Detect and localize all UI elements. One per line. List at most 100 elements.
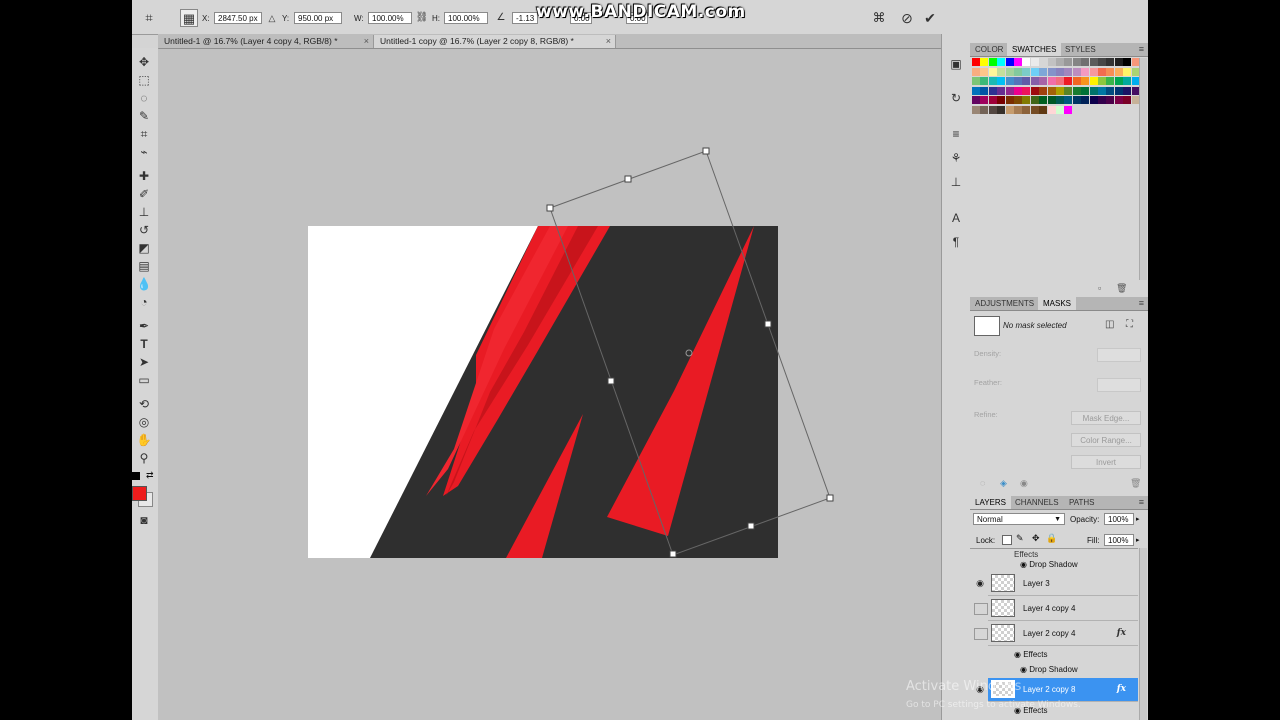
lasso-tool-icon[interactable]: ◌ xyxy=(136,90,152,106)
color-swatch[interactable] xyxy=(1106,67,1115,76)
color-swatch[interactable] xyxy=(1123,58,1132,66)
color-swatch[interactable] xyxy=(997,106,1006,114)
swap-colors-icon[interactable]: ⇄ xyxy=(146,470,154,481)
color-swatch[interactable] xyxy=(1114,77,1123,86)
color-swatch[interactable] xyxy=(1081,96,1090,105)
color-swatch[interactable] xyxy=(1089,67,1098,76)
tool-presets-icon[interactable]: ⊥ xyxy=(948,174,964,190)
move-tool-icon[interactable]: ✥ xyxy=(136,54,152,70)
link-icon[interactable]: ⛓ xyxy=(413,9,431,27)
color-swatch[interactable] xyxy=(1039,106,1048,114)
color-swatch[interactable] xyxy=(988,58,997,66)
tab-color[interactable]: COLOR xyxy=(970,43,1008,56)
color-swatch[interactable] xyxy=(1106,86,1115,95)
blend-mode-select[interactable]: Normal ▼ xyxy=(973,513,1065,525)
color-swatch[interactable] xyxy=(997,77,1006,86)
warp-mode-icon[interactable]: ⌘ xyxy=(870,9,888,27)
transform-handle[interactable] xyxy=(607,377,615,385)
cancel-transform-icon[interactable]: ⊘ xyxy=(898,9,916,27)
lock-all-icon[interactable]: 🔒 xyxy=(1046,533,1057,544)
color-swatch[interactable] xyxy=(1039,86,1048,95)
document-canvas[interactable] xyxy=(158,49,941,720)
color-swatch[interactable] xyxy=(997,58,1006,66)
close-tab-icon[interactable]: × xyxy=(606,35,611,48)
foreground-color-swatch[interactable] xyxy=(132,486,147,501)
color-swatch[interactable] xyxy=(1039,58,1048,66)
color-swatch[interactable] xyxy=(1081,58,1090,66)
panel-menu-icon[interactable]: ≡ xyxy=(1139,297,1144,310)
color-swatch[interactable] xyxy=(1039,96,1048,105)
color-swatch[interactable] xyxy=(997,86,1006,95)
delete-swatch-icon[interactable]: 🗑 xyxy=(1116,283,1127,294)
color-swatch[interactable] xyxy=(1039,67,1048,76)
character-icon[interactable]: A xyxy=(948,210,964,226)
marquee-tool-icon[interactable]: ⬚ xyxy=(136,72,152,88)
color-swatch[interactable] xyxy=(1056,77,1064,86)
color-swatch[interactable] xyxy=(1089,77,1098,86)
y-position-field[interactable]: 950.00 px xyxy=(294,12,342,24)
color-swatch[interactable] xyxy=(980,77,989,86)
color-swatch[interactable] xyxy=(972,96,980,105)
color-swatch[interactable] xyxy=(972,58,980,66)
canvas-area[interactable] xyxy=(158,49,941,720)
color-swatch[interactable] xyxy=(1089,86,1098,95)
color-swatch[interactable] xyxy=(1014,67,1022,76)
gradient-tool-icon[interactable]: ▤ xyxy=(136,258,152,274)
panel-menu-icon[interactable]: ≡ xyxy=(1139,496,1144,509)
color-swatch[interactable] xyxy=(1072,58,1081,66)
color-swatch[interactable] xyxy=(980,58,989,66)
color-swatch[interactable] xyxy=(1014,96,1022,105)
color-swatch[interactable] xyxy=(1030,77,1039,86)
transform-handle[interactable] xyxy=(764,320,772,328)
hand-tool-icon[interactable]: ✋ xyxy=(136,432,152,448)
lock-position-icon[interactable]: ✥ xyxy=(1032,533,1040,544)
color-swatch[interactable] xyxy=(1022,58,1031,66)
healing-brush-tool-icon[interactable]: ✚ xyxy=(136,168,152,184)
mask-edge-button[interactable]: Mask Edge... xyxy=(1071,411,1141,425)
color-swatch[interactable] xyxy=(1123,96,1132,105)
commit-transform-icon[interactable]: ✔ xyxy=(921,9,939,27)
color-swatch[interactable] xyxy=(1030,106,1039,114)
color-swatch[interactable] xyxy=(1005,96,1014,105)
color-swatch[interactable] xyxy=(980,96,989,105)
color-swatch[interactable] xyxy=(988,106,997,114)
color-swatch[interactable] xyxy=(1072,96,1081,105)
color-swatch[interactable] xyxy=(1047,67,1056,76)
blur-tool-icon[interactable]: 💧 xyxy=(136,276,152,292)
color-swatch[interactable] xyxy=(1014,86,1022,95)
eye-icon[interactable]: ◉ xyxy=(1014,650,1023,659)
default-colors-icon[interactable] xyxy=(132,472,140,480)
color-swatch[interactable] xyxy=(1106,77,1115,86)
quick-mask-icon[interactable]: ◙ xyxy=(136,512,152,528)
color-swatch[interactable] xyxy=(997,67,1006,76)
color-swatch[interactable] xyxy=(1064,96,1073,105)
tab-swatches[interactable]: SWATCHES xyxy=(1007,43,1062,56)
delete-mask-icon[interactable]: 🗑 xyxy=(1130,478,1141,489)
color-swatch[interactable] xyxy=(1022,86,1031,95)
color-swatch[interactable] xyxy=(1123,77,1132,86)
color-swatch[interactable] xyxy=(1114,96,1123,105)
path-selection-tool-icon[interactable]: ➤ xyxy=(136,354,152,370)
color-swatch[interactable] xyxy=(1056,86,1064,95)
color-swatch[interactable] xyxy=(1098,77,1106,86)
color-swatch[interactable] xyxy=(1030,96,1039,105)
color-swatch[interactable] xyxy=(1030,67,1039,76)
tab-untitled-1[interactable]: Untitled-1 @ 16.7% (Layer 4 copy 4, RGB/… xyxy=(158,35,373,48)
hidden-visibility-toggle[interactable] xyxy=(974,628,988,640)
color-swatch[interactable] xyxy=(1005,106,1014,114)
3d-rotate-tool-icon[interactable]: ⟲ xyxy=(136,396,152,412)
mini-bridge-icon[interactable]: ▣ xyxy=(948,56,964,72)
color-swatch[interactable] xyxy=(1022,67,1031,76)
transform-handle[interactable] xyxy=(747,522,755,530)
color-swatch[interactable] xyxy=(1081,77,1090,86)
height-field[interactable]: 100.00% xyxy=(444,12,488,24)
color-swatch[interactable] xyxy=(1047,77,1056,86)
tab-untitled-1-copy[interactable]: Untitled-1 copy @ 16.7% (Layer 2 copy 8,… xyxy=(373,35,616,48)
layer-row[interactable]: Layer 4 copy 4 xyxy=(974,597,1138,621)
fx-icon[interactable]: fx xyxy=(1117,628,1126,638)
color-swatch[interactable] xyxy=(1072,67,1081,76)
color-swatch[interactable] xyxy=(1072,86,1081,95)
opacity-field[interactable]: 100% xyxy=(1104,513,1134,525)
transform-handle[interactable] xyxy=(669,550,677,558)
brush-presets-icon[interactable]: ≡ xyxy=(948,126,964,142)
